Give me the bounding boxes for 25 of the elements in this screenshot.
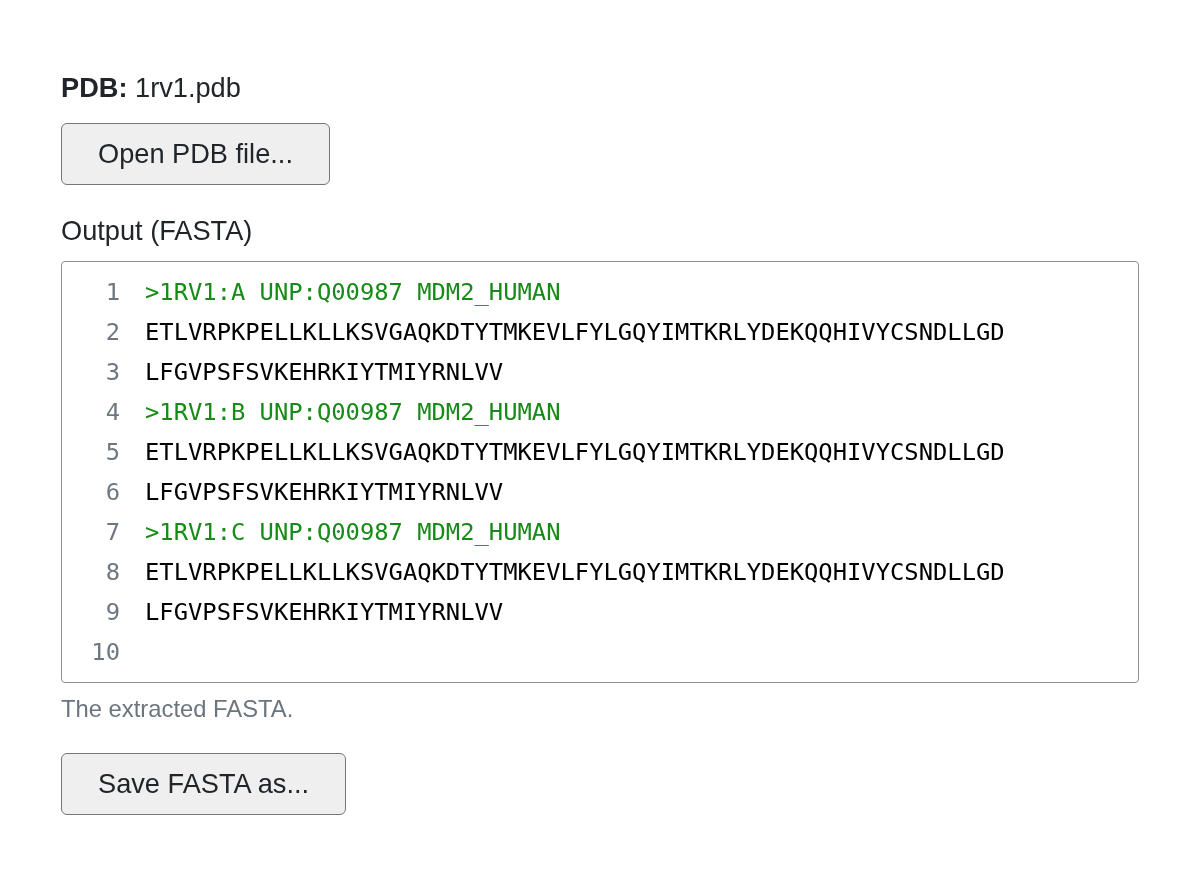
line-number: 3: [104, 357, 120, 388]
line-number: 2: [104, 317, 120, 348]
sequence-line: ETLVRPKPELLKLLKSVGAQKDTYTMKEVLFYLGQYIMTKRLYDEKQQHIVYCSNDLLGD: [145, 317, 1005, 348]
line-number: 1: [104, 277, 120, 308]
line-number: 10: [90, 637, 120, 668]
fasta-header-line: >1RV1:B UNP:Q00987 MDM2_HUMAN: [145, 397, 561, 428]
output-label: Output (FASTA): [61, 215, 253, 247]
line-number: 6: [104, 477, 120, 508]
open-file-button[interactable]: Open PDB file...: [61, 123, 330, 185]
fasta-header-line: >1RV1:C UNP:Q00987 MDM2_HUMAN: [145, 517, 561, 548]
sequence-line: LFGVPSFSVKEHRKIYTMIYRNLVV: [145, 597, 504, 628]
line-number: 4: [104, 397, 120, 428]
save-as-button[interactable]: Save FASTA as...: [61, 753, 347, 815]
fasta-header-line: >1RV1:A UNP:Q00987 MDM2_HUMAN: [145, 277, 561, 308]
line-number: 5: [104, 437, 120, 468]
line-number: 8: [104, 557, 120, 588]
sequence-line: ETLVRPKPELLKLLKSVGAQKDTYTMKEVLFYLGQYIMTKRLYDEKQQHIVYCSNDLLGD: [145, 557, 1005, 588]
file-info-text: PDB: 1rv1.pdb: [61, 72, 241, 104]
sequence-line: LFGVPSFSVKEHRKIYTMIYRNLVV: [145, 477, 504, 508]
help-text: The extracted FASTA.: [61, 695, 294, 723]
sequence-line: LFGVPSFSVKEHRKIYTMIYRNLVV: [145, 357, 504, 388]
sequence-line: ETLVRPKPELLKLLKSVGAQKDTYTMKEVLFYLGQYIMTKRLYDEKQQHIVYCSNDLLGD: [145, 437, 1005, 468]
code-editor[interactable]: [61, 261, 1139, 683]
line-number: 7: [104, 517, 120, 548]
line-number: 9: [104, 597, 120, 628]
